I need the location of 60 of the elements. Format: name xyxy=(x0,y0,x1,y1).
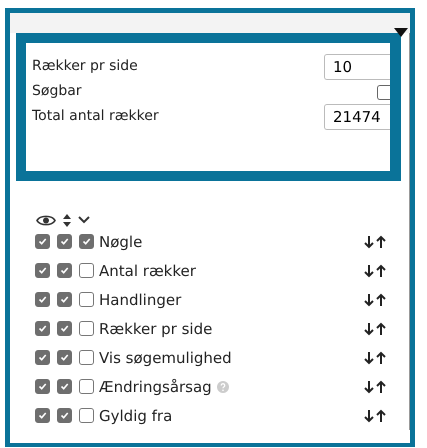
check-icon xyxy=(59,265,70,276)
check-icon xyxy=(59,410,70,421)
chevron-down-icon xyxy=(78,216,90,224)
check-icon xyxy=(37,265,48,276)
column-label: Antal rækker xyxy=(99,262,196,280)
check-icon xyxy=(59,236,70,247)
checkbox[interactable] xyxy=(57,292,72,307)
reorder-arrows-icon[interactable] xyxy=(363,322,387,336)
checkbox[interactable] xyxy=(57,263,72,278)
checkbox[interactable] xyxy=(35,350,50,365)
sort-icon xyxy=(63,214,71,226)
dropdown-caret-icon[interactable] xyxy=(394,28,408,37)
checkbox[interactable] xyxy=(35,379,50,394)
reorder-arrows-icon[interactable] xyxy=(363,292,387,306)
checkbox[interactable] xyxy=(79,379,94,394)
checkbox[interactable] xyxy=(79,408,94,423)
column-label: Handlinger xyxy=(99,290,182,308)
eye-icon xyxy=(36,214,56,226)
checkbox[interactable] xyxy=(57,379,72,394)
setting-label: Total antal rækker xyxy=(32,108,159,124)
setting-label: Søgbar xyxy=(32,82,82,98)
reorder-arrows-icon[interactable] xyxy=(363,350,387,364)
checkbox[interactable] xyxy=(35,234,50,249)
input-field[interactable]: 10 xyxy=(324,54,390,80)
check-icon xyxy=(81,236,92,247)
check-icon xyxy=(59,323,70,334)
checkbox[interactable] xyxy=(79,350,94,365)
setting-label: Rækker pr side xyxy=(32,58,138,74)
check-icon xyxy=(37,294,48,305)
check-icon xyxy=(37,323,48,334)
reorder-arrows-icon[interactable] xyxy=(363,380,387,394)
check-icon xyxy=(59,294,70,305)
checkbox[interactable] xyxy=(57,350,72,365)
input-field[interactable]: 21474 xyxy=(324,104,390,130)
check-icon xyxy=(59,381,70,392)
checkbox[interactable] xyxy=(57,321,72,336)
reorder-arrows-icon[interactable] xyxy=(363,264,387,278)
checkbox[interactable] xyxy=(35,408,50,423)
column-label: Vis søgemulighed xyxy=(99,348,232,366)
checkbox[interactable] xyxy=(79,321,94,336)
checkbox[interactable] xyxy=(377,85,390,100)
column-label: Rækker pr side xyxy=(99,320,212,338)
column-label: Nøgle xyxy=(99,232,142,250)
column-label: Gyldig fra xyxy=(99,406,172,424)
column-label: Ændringsårsag xyxy=(99,378,212,396)
checkbox[interactable] xyxy=(35,263,50,278)
checkbox[interactable] xyxy=(35,321,50,336)
check-icon xyxy=(37,410,48,421)
reorder-arrows-icon[interactable] xyxy=(363,408,387,422)
checkbox[interactable] xyxy=(35,292,50,307)
check-icon xyxy=(37,381,48,392)
checkbox[interactable] xyxy=(57,408,72,423)
checkbox[interactable] xyxy=(79,234,94,249)
checkbox[interactable] xyxy=(57,234,72,249)
checkbox[interactable] xyxy=(79,292,94,307)
check-icon xyxy=(59,352,70,363)
check-icon xyxy=(37,352,48,363)
reorder-arrows-icon[interactable] xyxy=(363,234,387,248)
check-icon xyxy=(37,236,48,247)
checkbox[interactable] xyxy=(79,263,94,278)
